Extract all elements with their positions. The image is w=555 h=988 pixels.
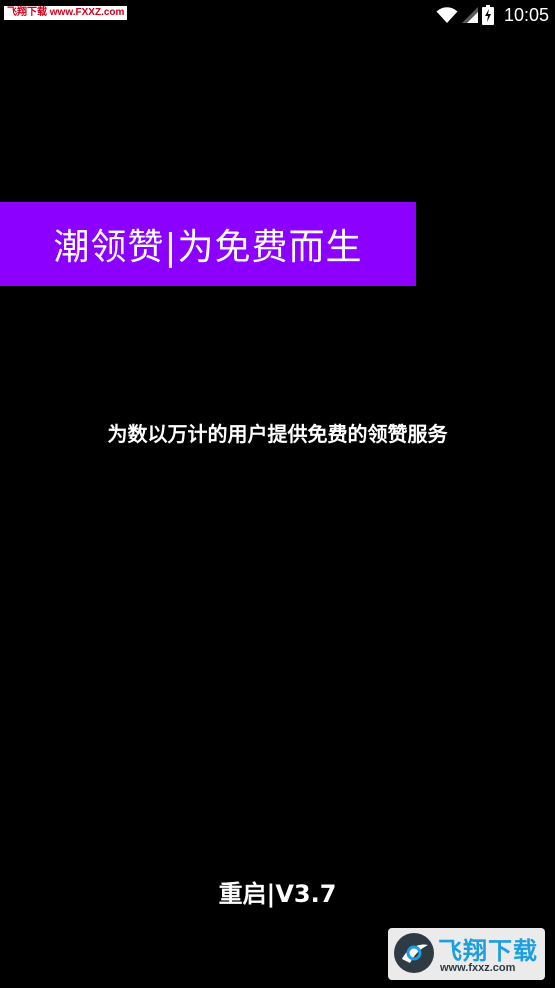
watermark-text: 飞翔下载 www.FXXZ.com <box>4 6 128 20</box>
status-time: 10:05 <box>503 4 549 25</box>
watermark-logo-url: www.fxxz.com <box>440 962 516 974</box>
watermark-logo: 飞翔下载 www.fxxz.com <box>388 928 545 980</box>
watermark-logo-name: 飞翔下载 <box>438 937 538 965</box>
status-icons: 10:05 <box>436 4 549 26</box>
status-bar: 飞翔下载 www.FXXZ.com 10:05 <box>0 0 555 30</box>
watermark-logo-icon <box>394 933 434 973</box>
wifi-icon <box>436 6 458 24</box>
tagline: 为数以万计的用户提供免费的领赞服务 <box>107 422 448 446</box>
battery-charging-icon <box>481 5 494 25</box>
app-title: 潮领赞|为免费而生 <box>53 227 363 268</box>
version-label: 重启|V3.7 <box>218 880 337 908</box>
cell-signal-icon <box>461 6 478 24</box>
app-banner: 潮领赞|为免费而生 <box>0 202 416 286</box>
